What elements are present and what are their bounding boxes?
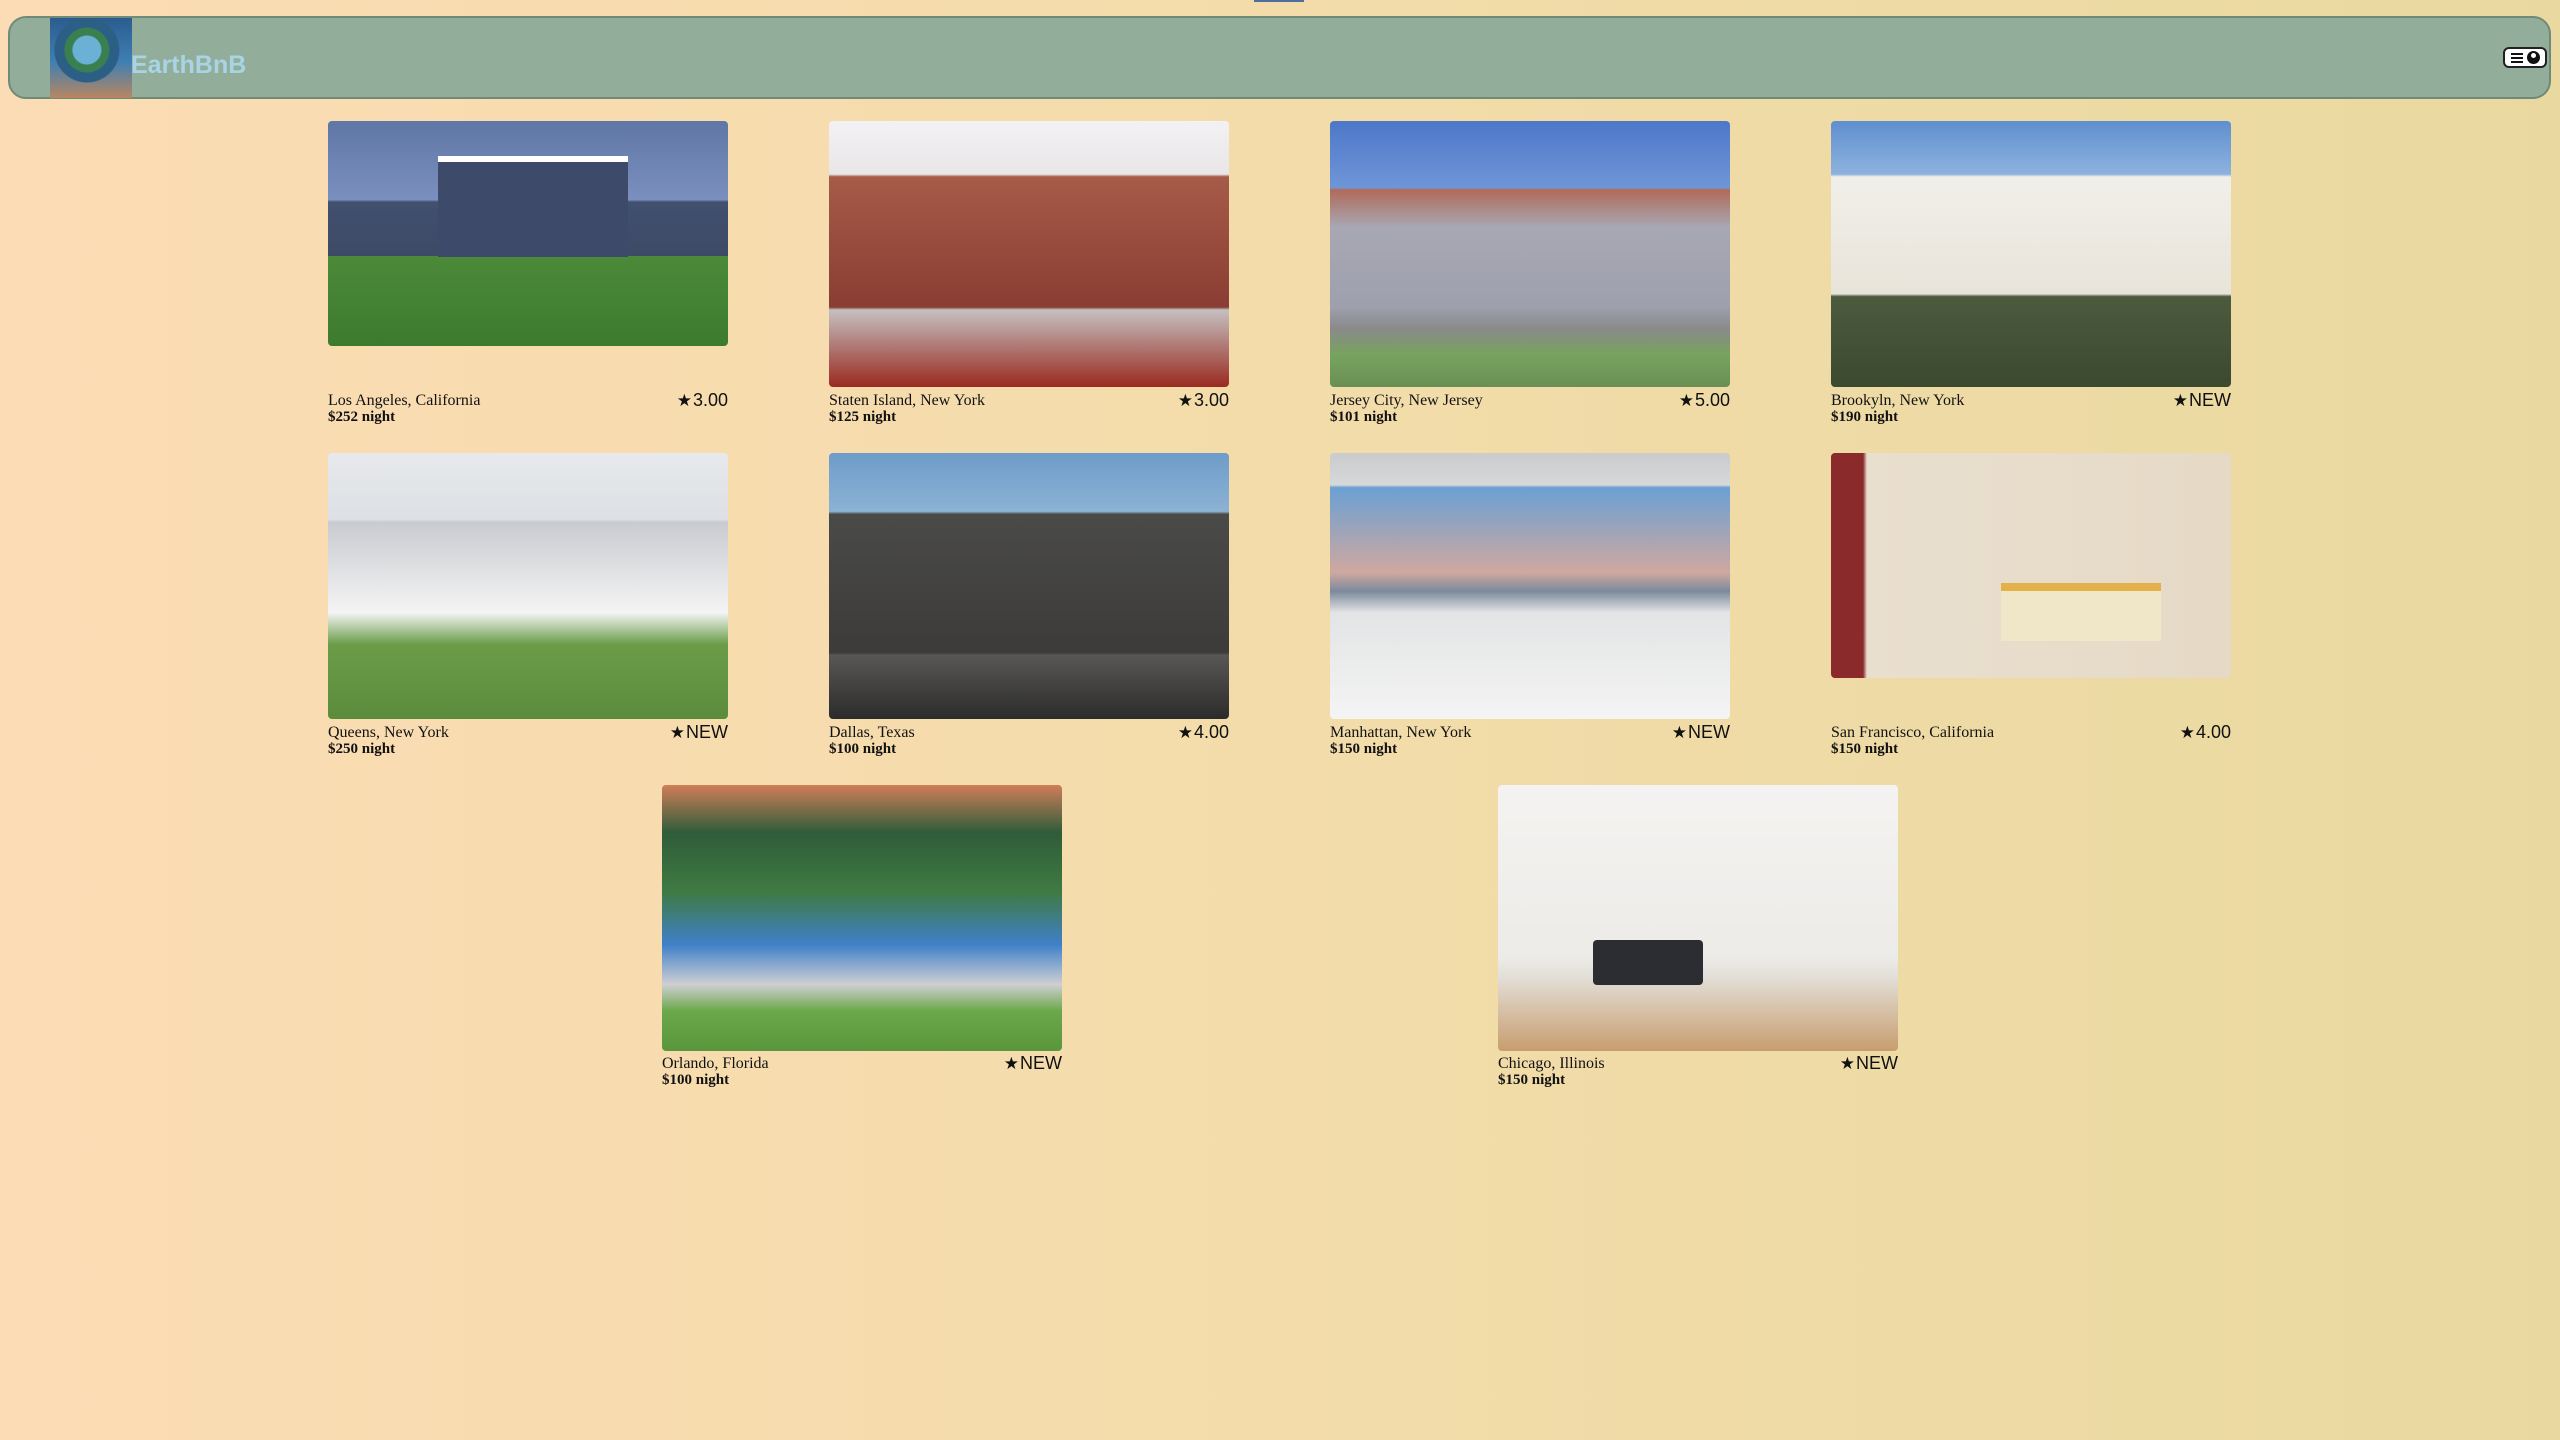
star-icon: ★ bbox=[1671, 722, 1687, 742]
listing-rating: ★ NEW bbox=[669, 722, 728, 742]
listing-rating: ★ NEW bbox=[1671, 722, 1730, 742]
listing-photo[interactable] bbox=[662, 785, 1062, 1051]
star-icon: ★ bbox=[2172, 390, 2188, 410]
listing-rating: ★ 3.00 bbox=[1177, 390, 1229, 410]
navbar: EarthBnB bbox=[8, 16, 2551, 99]
listing-photo[interactable] bbox=[829, 453, 1229, 719]
user-icon bbox=[2526, 51, 2540, 64]
listing-price: $100 night bbox=[662, 1072, 730, 1088]
listing-price: $101 night bbox=[1330, 409, 1398, 425]
listing-location: Chicago, Illinois bbox=[1498, 1055, 1605, 1072]
listing-photo[interactable] bbox=[1498, 785, 1898, 1051]
listing-location: Manhattan, New York bbox=[1330, 724, 1472, 741]
listing-rating: ★ NEW bbox=[1003, 1053, 1062, 1073]
listing-location: Orlando, Florida bbox=[662, 1055, 769, 1072]
star-icon: ★ bbox=[669, 722, 685, 742]
browser-tab-indicator bbox=[1254, 0, 1304, 2]
listing-photo[interactable] bbox=[1330, 453, 1730, 719]
logo-globe-icon[interactable] bbox=[50, 18, 132, 98]
listing-location: Dallas, Texas bbox=[829, 724, 915, 741]
star-icon: ★ bbox=[2179, 722, 2195, 742]
logo-text[interactable]: EarthBnB bbox=[131, 51, 246, 80]
star-icon: ★ bbox=[1177, 390, 1193, 410]
listing-rating: ★ NEW bbox=[1839, 1053, 1898, 1073]
listing-location: Los Angeles, California bbox=[328, 392, 481, 409]
listing-photo[interactable] bbox=[1831, 121, 2231, 387]
listing-price: $150 night bbox=[1498, 1072, 1566, 1088]
listing-rating: ★ 5.00 bbox=[1678, 390, 1730, 410]
listing-price: $190 night bbox=[1831, 409, 1899, 425]
listing-price: $252 night bbox=[328, 409, 396, 425]
listing-location: Jersey City, New Jersey bbox=[1330, 392, 1483, 409]
star-icon: ★ bbox=[1003, 1053, 1019, 1073]
hamburger-icon bbox=[2510, 52, 2523, 63]
star-icon: ★ bbox=[1177, 722, 1193, 742]
listing-price: $100 night bbox=[829, 741, 897, 757]
listing-rating: ★ 3.00 bbox=[676, 390, 728, 410]
listing-location: San Francisco, California bbox=[1831, 724, 1995, 741]
listing-photo[interactable] bbox=[328, 121, 728, 346]
listing-photo[interactable] bbox=[1831, 453, 2231, 678]
listing-rating: ★ 4.00 bbox=[1177, 722, 1229, 742]
profile-menu-button[interactable] bbox=[2503, 47, 2547, 68]
listing-price: $250 night bbox=[328, 741, 396, 757]
listing-location: Brookyln, New York bbox=[1831, 392, 1965, 409]
listing-price: $150 night bbox=[1831, 741, 1899, 757]
listing-rating: ★ NEW bbox=[2172, 390, 2231, 410]
listing-photo[interactable] bbox=[1330, 121, 1730, 387]
listing-photo[interactable] bbox=[829, 121, 1229, 387]
star-icon: ★ bbox=[676, 390, 692, 410]
listing-photo[interactable] bbox=[328, 453, 728, 719]
listing-price: $125 night bbox=[829, 409, 897, 425]
star-icon: ★ bbox=[1678, 390, 1694, 410]
listing-price: $150 night bbox=[1330, 741, 1398, 757]
listing-rating: ★ 4.00 bbox=[2179, 722, 2231, 742]
listing-location: Staten Island, New York bbox=[829, 392, 985, 409]
listing-location: Queens, New York bbox=[328, 724, 449, 741]
star-icon: ★ bbox=[1839, 1053, 1855, 1073]
